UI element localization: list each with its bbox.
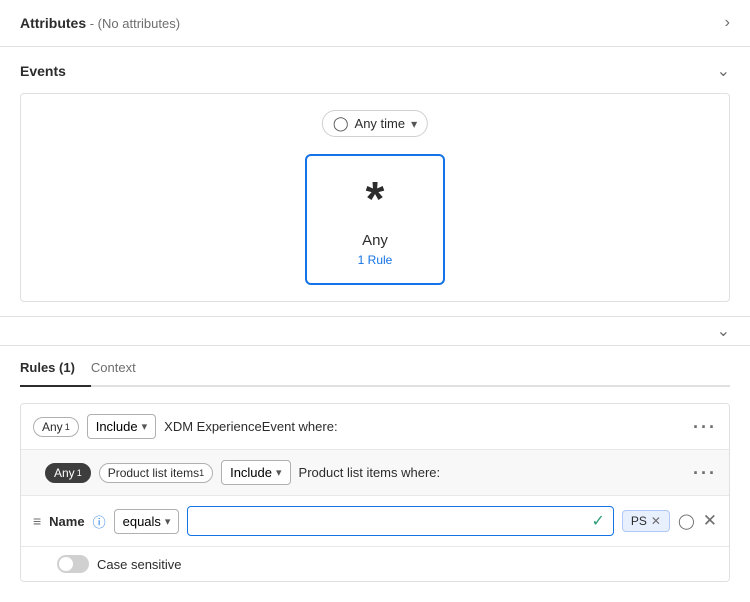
checkmark-icon[interactable]: ✓ xyxy=(591,511,604,531)
case-sensitive-row: Case sensitive xyxy=(21,546,729,581)
events-canvas: ◯ Any time ▾ * Any 1 Rule xyxy=(20,93,730,302)
events-collapse-icon[interactable]: ⌄ xyxy=(717,61,730,81)
ps-tag-label: PS xyxy=(631,514,647,528)
include-dropdown[interactable]: Include ▾ xyxy=(87,414,156,439)
name-row: ≡ Name ⓘ equals ▾ ✓ PS ✕ ◯ ✕ xyxy=(21,495,729,546)
nested-include-dropdown[interactable]: Include ▾ xyxy=(221,460,290,485)
value-input[interactable] xyxy=(196,514,591,529)
events-section: Events ⌄ ◯ Any time ▾ * Any 1 Rule xyxy=(0,47,750,317)
case-sensitive-toggle[interactable] xyxy=(57,555,89,573)
any-time-button[interactable]: ◯ Any time ▾ xyxy=(322,110,428,137)
remove-name-row-button[interactable]: ✕ xyxy=(703,511,717,531)
rule-more-options-button[interactable]: ··· xyxy=(693,418,717,436)
nested-more-options-button[interactable]: ··· xyxy=(693,464,717,482)
equals-caret-icon: ▾ xyxy=(165,515,171,528)
nested-include-caret-icon: ▾ xyxy=(276,466,282,479)
events-chevron-down-icon[interactable]: ⌄ xyxy=(717,321,730,341)
product-badge-label: Product list items xyxy=(108,466,199,480)
rules-tabs: Rules (1) Context xyxy=(20,346,730,387)
clock-icon: ◯ xyxy=(333,115,349,132)
rules-section: Rules (1) Context Any1 Include ▾ XDM Exp… xyxy=(0,346,750,602)
equals-dropdown[interactable]: equals ▾ xyxy=(114,509,180,534)
chevron-right-icon[interactable]: › xyxy=(725,14,730,32)
rule-container: Any1 Include ▾ XDM ExperienceEvent where… xyxy=(20,403,730,582)
event-card[interactable]: * Any 1 Rule xyxy=(305,154,445,285)
drag-handle-icon[interactable]: ≡ xyxy=(33,513,41,529)
nested-include-label: Include xyxy=(230,465,272,480)
equals-label: equals xyxy=(123,514,161,529)
event-card-name: Any xyxy=(362,232,388,249)
any-badge-count: 1 xyxy=(65,422,70,432)
product-badge-count: 1 xyxy=(199,468,204,478)
attributes-section: Attributes - (No attributes) › xyxy=(0,0,750,47)
attributes-title: Attributes xyxy=(20,15,86,31)
nested-any-badge-label: Any xyxy=(54,466,75,480)
nested-any-badge[interactable]: Any1 xyxy=(45,463,91,483)
value-input-container[interactable]: ✓ xyxy=(187,506,613,536)
product-list-badge[interactable]: Product list items1 xyxy=(99,463,213,483)
tab-rules[interactable]: Rules (1) xyxy=(20,350,91,387)
include-caret-icon: ▾ xyxy=(142,420,148,433)
clock-action-icon[interactable]: ◯ xyxy=(678,512,695,530)
any-time-label: Any time xyxy=(355,116,406,131)
any-badge-label: Any xyxy=(42,420,63,434)
tab-context[interactable]: Context xyxy=(91,350,152,387)
events-title: Events xyxy=(20,63,66,79)
event-rule-link[interactable]: 1 Rule xyxy=(358,253,393,267)
include-label: Include xyxy=(96,419,138,434)
attributes-header: Attributes - (No attributes) xyxy=(20,15,180,31)
ps-tag-close-button[interactable]: ✕ xyxy=(651,514,661,528)
events-header: Events ⌄ xyxy=(20,61,730,81)
events-bottom-bar: ⌄ xyxy=(0,317,750,346)
any-badge[interactable]: Any1 xyxy=(33,417,79,437)
nested-any-badge-count: 1 xyxy=(77,468,82,478)
info-icon[interactable]: ⓘ xyxy=(93,512,106,531)
event-type-label: XDM ExperienceEvent where: xyxy=(164,419,337,434)
attributes-subtitle: - (No attributes) xyxy=(86,16,180,31)
rule-row: Any1 Include ▾ XDM ExperienceEvent where… xyxy=(21,404,729,449)
any-time-chevron-icon: ▾ xyxy=(411,117,417,131)
nested-rule-row: Any1 Product list items1 Include ▾ Produ… xyxy=(21,449,729,495)
case-sensitive-label: Case sensitive xyxy=(97,557,182,572)
name-field-label: Name xyxy=(49,514,84,529)
nested-field-label: Product list items where: xyxy=(299,465,441,480)
ps-tag: PS ✕ xyxy=(622,510,670,532)
event-asterisk-icon: * xyxy=(366,176,385,224)
